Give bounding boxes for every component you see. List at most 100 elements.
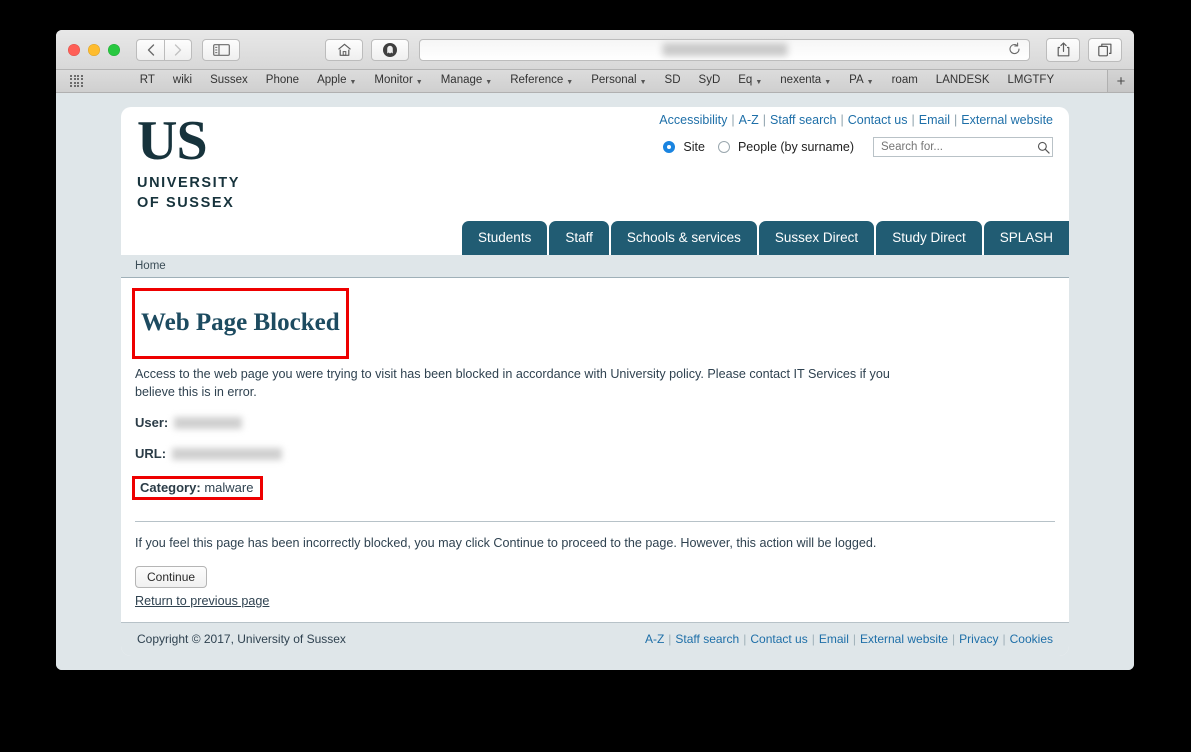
- bookmark-reference[interactable]: Reference▼: [501, 75, 582, 87]
- logo-line-1: UNIVERSITY: [137, 174, 240, 194]
- reload-icon: [1008, 42, 1021, 55]
- breadcrumb-item-home[interactable]: Home: [135, 260, 166, 272]
- bookmark-manage[interactable]: Manage▼: [432, 75, 502, 87]
- footer-links: A-Z|Staff search|Contact us|Email|Extern…: [645, 632, 1053, 646]
- nav-tab-splash[interactable]: SPLASH: [984, 221, 1069, 255]
- footer-link-staff-search[interactable]: Staff search: [675, 632, 739, 646]
- separator: |: [841, 113, 844, 127]
- toolbar-right-buttons: [1046, 38, 1122, 62]
- site-search-input[interactable]: [879, 140, 1037, 154]
- site-header: US UNIVERSITY OF SUSSEX Accessibility | A-…: [121, 107, 1069, 255]
- page-content-card: US UNIVERSITY OF SUSSEX Accessibility | A-…: [121, 107, 1069, 656]
- maximize-window-button[interactable]: [108, 44, 120, 56]
- nav-tab-staff[interactable]: Staff: [549, 221, 609, 255]
- util-link-external-website[interactable]: External website: [961, 113, 1053, 127]
- university-logo[interactable]: US UNIVERSITY OF SUSSEX: [137, 115, 240, 213]
- back-button[interactable]: [136, 39, 164, 61]
- logo-line-2: OF SUSSEX: [137, 194, 240, 214]
- separator: |: [1003, 632, 1006, 646]
- bookmark-apple[interactable]: Apple▼: [308, 75, 365, 87]
- ghostery-button[interactable]: [371, 39, 409, 61]
- nav-tab-study-direct[interactable]: Study Direct: [876, 221, 982, 255]
- footer-link-a-z[interactable]: A-Z: [645, 632, 664, 646]
- footer-link-privacy[interactable]: Privacy: [959, 632, 998, 646]
- util-link-a-z[interactable]: A-Z: [739, 113, 759, 127]
- bookmark-sd[interactable]: SD: [656, 75, 690, 87]
- navigation-buttons: [136, 39, 192, 61]
- sidebar-icon: [213, 44, 230, 56]
- bookmark-personal[interactable]: Personal ▼: [582, 75, 655, 87]
- apps-grid-icon[interactable]: [70, 75, 83, 88]
- reload-button[interactable]: [1008, 42, 1021, 57]
- screenshot-root: RT wiki Sussex Phone Apple▼ Monitor▼ Man…: [0, 0, 1191, 752]
- separator: |: [731, 113, 734, 127]
- bookmark-label: roam: [892, 75, 918, 87]
- separator: |: [853, 632, 856, 646]
- minimize-window-button[interactable]: [88, 44, 100, 56]
- footer-link-email[interactable]: Email: [819, 632, 849, 646]
- separator: |: [912, 113, 915, 127]
- bookmark-sussex[interactable]: Sussex: [201, 75, 257, 87]
- radio-people[interactable]: [718, 141, 730, 153]
- separator: |: [954, 113, 957, 127]
- util-link-accessibility[interactable]: Accessibility: [659, 113, 727, 127]
- bookmark-rt[interactable]: RT: [131, 75, 164, 87]
- category-field-annotated: Category: malware: [135, 477, 260, 499]
- footer-link-external-website[interactable]: External website: [860, 632, 948, 646]
- share-button[interactable]: [1046, 38, 1080, 62]
- show-all-tabs-icon: [1098, 43, 1112, 57]
- nav-tab-students[interactable]: Students: [462, 221, 547, 255]
- util-link-staff-search[interactable]: Staff search: [770, 113, 836, 127]
- search-icon[interactable]: [1037, 141, 1050, 154]
- url-label: URL:: [135, 446, 166, 461]
- continue-button[interactable]: Continue: [135, 566, 207, 588]
- bookmark-label: SyD: [699, 75, 721, 87]
- bookmark-wiki[interactable]: wiki: [164, 75, 201, 87]
- radio-site[interactable]: [663, 141, 675, 153]
- nav-tab-schools-services[interactable]: Schools & services: [611, 221, 757, 255]
- bookmark-lmgtfy[interactable]: LMGTFY: [998, 75, 1063, 87]
- bookmark-monitor[interactable]: Monitor▼: [365, 75, 431, 87]
- bookmark-label: Reference: [510, 75, 563, 87]
- add-bookmark-button[interactable]: +: [1107, 70, 1134, 92]
- radio-people-label: People (by surname): [738, 140, 854, 154]
- forward-button[interactable]: [164, 39, 192, 61]
- note-text: If you feel this page has been incorrect…: [135, 536, 1055, 550]
- sidebar-toggle-button[interactable]: [202, 39, 240, 61]
- util-link-contact-us[interactable]: Contact us: [848, 113, 908, 127]
- nav-tab-sussex-direct[interactable]: Sussex Direct: [759, 221, 874, 255]
- home-button[interactable]: [325, 39, 363, 61]
- footer-link-cookies[interactable]: Cookies: [1010, 632, 1053, 646]
- address-bar[interactable]: [419, 39, 1030, 61]
- site-search-box[interactable]: [873, 137, 1053, 157]
- bookmark-label: LANDESK: [936, 75, 990, 87]
- bookmark-roam[interactable]: roam: [883, 75, 927, 87]
- chevron-down-icon: ▼: [640, 79, 647, 86]
- bookmark-phone[interactable]: Phone: [257, 75, 308, 87]
- page-title-annotated: Web Page Blocked: [135, 289, 346, 358]
- bookmark-eq[interactable]: Eq▼: [729, 75, 771, 87]
- bookmark-nexenta[interactable]: nexenta▼: [771, 75, 840, 87]
- intro-text: Access to the web page you were trying t…: [135, 365, 905, 402]
- separator: |: [668, 632, 671, 646]
- bookmark-label: Eq: [738, 75, 752, 87]
- footer-link-contact-us[interactable]: Contact us: [750, 632, 807, 646]
- bookmark-label: wiki: [173, 75, 192, 87]
- util-link-email[interactable]: Email: [919, 113, 950, 127]
- show-all-tabs-button[interactable]: [1088, 38, 1122, 62]
- bookmark-pa[interactable]: PA▼: [840, 75, 882, 87]
- return-to-previous-page-link[interactable]: Return to previous page: [135, 594, 1055, 608]
- main-navigation: Students Staff Schools & services Sussex…: [462, 221, 1069, 255]
- bookmark-label: Manage: [441, 75, 483, 87]
- chevron-down-icon: ▼: [755, 79, 762, 86]
- chevron-down-icon: ▼: [349, 79, 356, 86]
- logo-mark: US: [137, 115, 240, 168]
- bookmark-label: Personal: [591, 75, 636, 87]
- bookmark-syd[interactable]: SyD: [690, 75, 730, 87]
- redacted-user-value: [174, 417, 242, 429]
- url-field: URL:: [135, 446, 1055, 461]
- site-search-row: Site People (by surname): [663, 137, 1053, 157]
- close-window-button[interactable]: [68, 44, 80, 56]
- bookmark-landesk[interactable]: LANDESK: [927, 75, 999, 87]
- page-viewport: US UNIVERSITY OF SUSSEX Accessibility | A-…: [56, 93, 1134, 670]
